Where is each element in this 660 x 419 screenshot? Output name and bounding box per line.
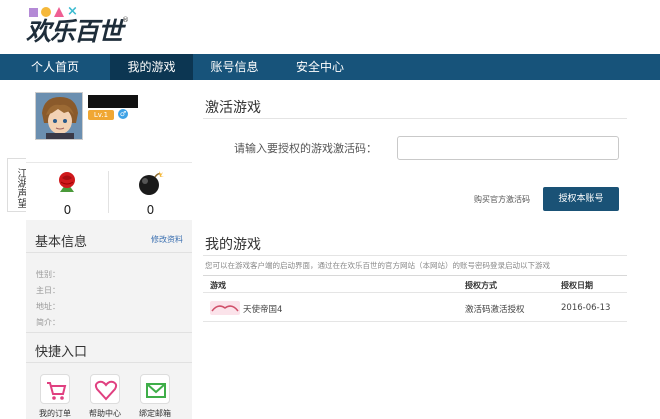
- reputation-stats: 0 0: [26, 162, 192, 220]
- help-shortcut[interactable]: [90, 374, 120, 404]
- stat-bombs[interactable]: 0: [109, 163, 192, 221]
- logo-registered-mark: ®: [122, 16, 129, 24]
- male-icon: ♂: [118, 109, 128, 119]
- site-logo[interactable]: × 欢乐百世 ®: [26, 4, 129, 48]
- nav-item-security-center[interactable]: 安全中心: [276, 54, 364, 80]
- activate-title-divider: [203, 118, 627, 119]
- info-address-label: 地址：: [36, 302, 60, 311]
- logo-text: 欢乐百世: [26, 17, 123, 46]
- info-birthday-label: 主日：: [36, 286, 60, 295]
- buy-activation-code-link[interactable]: 购买官方激活码: [474, 194, 530, 205]
- sidebar: Lv.1 ♂ 0 0 基本信息 修改资料 性别： 主日： 地址： 简介： 快捷入…: [26, 80, 192, 419]
- reputation-side-tab[interactable]: 江湖声望: [7, 158, 26, 212]
- heart-icon: [94, 380, 118, 401]
- column-header-date: 授权日期: [561, 281, 593, 290]
- avatar[interactable]: [35, 92, 83, 140]
- info-bio-label: 简介：: [36, 318, 60, 327]
- basic-info-bottom-divider: [26, 332, 192, 333]
- profile-card: Lv.1 ♂: [26, 80, 192, 162]
- logo-x: ×: [67, 4, 78, 19]
- game-thumbnail-icon: [210, 301, 240, 315]
- stat-bombs-value: 0: [146, 203, 155, 217]
- mail-shortcut-label[interactable]: 绑定邮箱: [130, 408, 180, 419]
- logo-circle: [41, 7, 51, 17]
- orders-shortcut-label[interactable]: 我的订单: [30, 408, 80, 419]
- bomb-icon: [139, 171, 164, 195]
- main-nav: 个人首页 我的游戏 账号信息 安全中心: [0, 54, 660, 80]
- stat-roses[interactable]: 0: [26, 163, 109, 221]
- level-badge: Lv.1: [88, 110, 114, 120]
- game-name[interactable]: 天使帝国4: [243, 303, 282, 315]
- mail-shortcut[interactable]: [140, 374, 170, 404]
- mail-icon: [146, 383, 166, 398]
- edit-profile-link[interactable]: 修改资料: [151, 234, 183, 245]
- games-table-header: 游戏 授权方式 授权日期: [203, 275, 627, 293]
- auth-method: 激活码激活授权: [465, 305, 525, 315]
- logo-square: [29, 7, 38, 17]
- activation-code-input[interactable]: [397, 136, 619, 160]
- column-header-method: 授权方式: [465, 281, 497, 290]
- basic-info-title: 基本信息: [35, 235, 88, 250]
- authorize-account-button[interactable]: 授权本账号: [543, 187, 619, 211]
- column-header-game: 游戏: [210, 281, 226, 290]
- logo-triangle: [54, 7, 64, 17]
- auth-date: 2016-06-13: [561, 303, 611, 313]
- nav-item-my-games[interactable]: 我的游戏: [110, 54, 193, 80]
- quick-links-divider: [26, 362, 192, 363]
- nav-item-account-info[interactable]: 账号信息: [193, 54, 276, 80]
- my-games-title-divider: [203, 255, 627, 256]
- activation-code-label: 请输入要授权的游戏激活码：: [234, 142, 377, 155]
- basic-info-divider: [26, 252, 192, 253]
- rose-icon: [59, 172, 75, 192]
- avatar-image: [36, 93, 82, 139]
- username-redacted: [88, 95, 138, 108]
- cart-icon: [47, 382, 67, 400]
- help-shortcut-label[interactable]: 帮助中心: [80, 408, 130, 419]
- header: × 欢乐百世 ®: [0, 0, 660, 54]
- info-gender-label: 性别：: [36, 270, 60, 279]
- table-row[interactable]: 天使帝国4 激活码激活授权 2016-06-13: [203, 294, 627, 322]
- nav-item-home[interactable]: 个人首页: [0, 54, 110, 80]
- stat-roses-value: 0: [63, 203, 72, 217]
- quick-links-title: 快捷入口: [35, 345, 88, 360]
- main-content: 激活游戏 请输入要授权的游戏激活码： 购买官方激活码 授权本账号 我的游戏 您可…: [192, 80, 636, 419]
- orders-shortcut[interactable]: [40, 374, 70, 404]
- activate-section-title: 激活游戏: [205, 100, 261, 116]
- my-games-hint: 您可以在游戏客户端的启动界面，通过在在欢乐百世的官方网站（本网站）的账号密码登录…: [205, 261, 550, 270]
- my-games-section-title: 我的游戏: [205, 237, 261, 253]
